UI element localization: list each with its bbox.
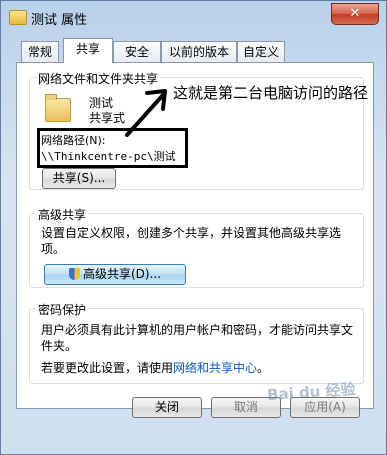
network-sharing-center-link[interactable]: 网络和共享中心 [173, 361, 257, 375]
window-title: 测试 属性 [31, 13, 88, 28]
password-protection-title: 密码保护 [36, 301, 89, 318]
tab-customize[interactable]: 自定义 [237, 41, 285, 62]
share-button[interactable]: 共享(S)... [42, 168, 116, 189]
tab-previous-versions[interactable]: 以前的版本 [161, 41, 237, 62]
tab-general[interactable]: 常规 [21, 41, 59, 62]
uac-shield-icon [68, 268, 80, 280]
tab-sharing[interactable]: 共享 [63, 38, 113, 63]
shared-folder-icon [45, 94, 71, 122]
advanced-sharing-title: 高级共享 [36, 206, 89, 223]
advanced-sharing-description: 设置自定义权限，创建多个共享，并设置其他高级共享选项。 [41, 226, 342, 256]
advanced-sharing-button-label: 高级共享(D)... [82, 267, 162, 281]
change-setting-text: 若要更改此设置，请使用网络和共享中心。 [41, 359, 269, 376]
annotation-text: 这就是第二台电脑访问的路径 [173, 84, 369, 102]
change-setting-prefix: 若要更改此设置，请使用 [41, 361, 174, 375]
close-button[interactable]: 关闭 [132, 397, 202, 418]
properties-window: 测试 属性 ✕ 常规 共享 安全 以前的版本 自定义 网络文件和文件夹共享 测试… [0, 0, 387, 455]
folder-icon [9, 10, 27, 25]
annotation-arrow-icon [125, 89, 167, 137]
close-window-button[interactable]: ✕ [331, 3, 379, 25]
advanced-sharing-button[interactable]: 高级共享(D)... [44, 264, 186, 285]
password-protection-description: 用户必须具有此计算机的用户帐户和密码，才能访问共享文件夹。 [41, 323, 354, 353]
title-bar[interactable]: 测试 属性 ✕ [1, 1, 386, 35]
share-status: 共享式 [89, 111, 126, 125]
change-setting-suffix: 。 [257, 361, 270, 375]
tab-security[interactable]: 安全 [113, 41, 161, 62]
